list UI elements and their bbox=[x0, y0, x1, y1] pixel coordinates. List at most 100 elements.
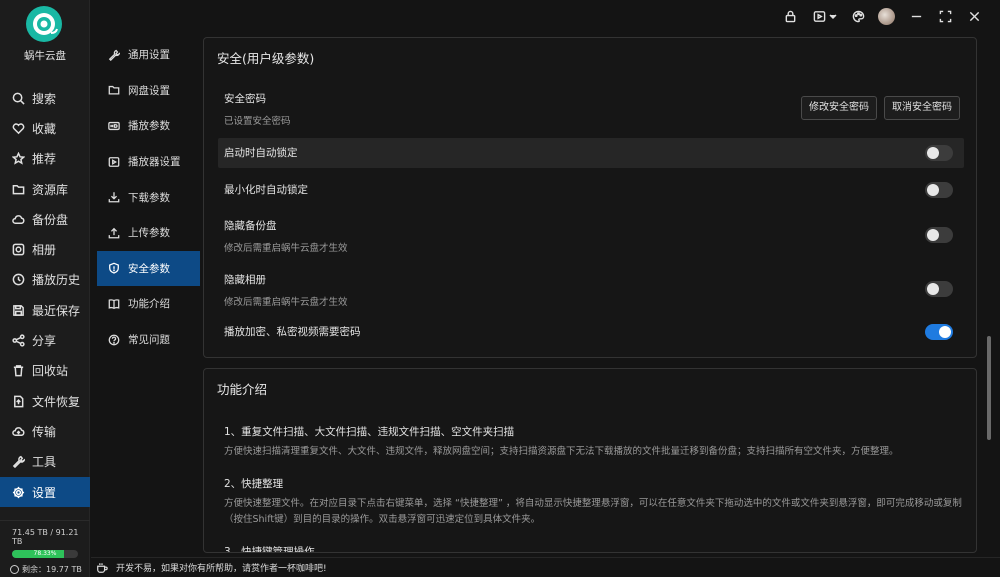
lock-on-start-toggle[interactable] bbox=[925, 145, 953, 161]
hide-backup-toggle[interactable] bbox=[925, 227, 953, 243]
toggle-knob bbox=[927, 184, 939, 196]
user-avatar[interactable] bbox=[878, 7, 895, 25]
nav-item-tools[interactable]: 工具 bbox=[0, 447, 90, 477]
subnav-label: 通用设置 bbox=[128, 49, 170, 62]
subnav-features[interactable]: 功能介绍 bbox=[97, 286, 200, 322]
cancel-password-button[interactable]: 取消安全密码 bbox=[884, 96, 960, 120]
nav-item-search[interactable]: 搜索 bbox=[0, 83, 90, 113]
subnav-playback-params[interactable]: 播放参数 bbox=[97, 108, 200, 144]
feature-item: 1、重复文件扫描、大文件扫描、违规文件扫描、空文件夹扫描 方便快速扫描清理重复文… bbox=[224, 424, 964, 460]
transfer-icon bbox=[12, 425, 25, 438]
donate-text[interactable]: 开发不易，如果对你有所帮助，请赏作者一杯咖啡吧! bbox=[116, 561, 327, 574]
content-scrollbar[interactable] bbox=[987, 336, 991, 440]
hide-album-toggle[interactable] bbox=[925, 281, 953, 297]
wrench-icon bbox=[108, 49, 120, 61]
nav-label: 回收站 bbox=[32, 364, 69, 379]
nav-item-transfer[interactable]: 传输 bbox=[0, 416, 90, 446]
play-encrypted-row: 播放加密、私密视频需要密码 bbox=[218, 324, 964, 348]
close-icon[interactable] bbox=[967, 9, 982, 24]
hide-backup-label: 隐藏备份盘 bbox=[224, 220, 277, 232]
feature-item: 2、快捷整理 方便快速整理文件。在对应目录下点击右键菜单，选择 “快捷整理” ，… bbox=[224, 476, 964, 528]
nav-item-recent-saved[interactable]: 最近保存 bbox=[0, 295, 90, 325]
cloud-icon bbox=[12, 213, 25, 226]
nav-item-history[interactable]: 播放历史 bbox=[0, 265, 90, 295]
storage-percent-text: 78.33% bbox=[33, 550, 57, 557]
subnav-faq[interactable]: 常见问题 bbox=[97, 322, 200, 358]
security-password-row: 安全密码 已设置安全密码 修改安全密码 取消安全密码 bbox=[218, 91, 964, 131]
nav-label: 搜索 bbox=[32, 91, 57, 106]
heart-icon bbox=[12, 122, 25, 135]
nav-label: 最近保存 bbox=[32, 303, 81, 318]
wrench-icon bbox=[12, 455, 25, 469]
play-encrypted-toggle[interactable] bbox=[925, 324, 953, 340]
upload-icon bbox=[108, 227, 120, 239]
toggle-knob bbox=[927, 147, 939, 159]
book-icon bbox=[108, 298, 120, 310]
subnav-download-params[interactable]: 下载参数 bbox=[97, 179, 200, 215]
hd-icon bbox=[108, 120, 120, 132]
lock-on-start-row: 启动时自动锁定 bbox=[218, 138, 964, 168]
nav-item-share[interactable]: 分享 bbox=[0, 325, 90, 355]
subnav-label: 上传参数 bbox=[128, 227, 170, 240]
subnav-cloud-drive[interactable]: 网盘设置 bbox=[97, 73, 200, 109]
lock-icon[interactable] bbox=[783, 9, 798, 24]
hide-backup-row: 隐藏备份盘 修改后需重启蜗牛云盘才生效 bbox=[218, 218, 964, 258]
nav-item-file-restore[interactable]: 文件恢复 bbox=[0, 386, 90, 416]
feature-heading: 2、快捷整理 bbox=[224, 478, 284, 490]
security-card-title: 安全(用户级参数) bbox=[217, 51, 315, 66]
fullscreen-icon[interactable] bbox=[938, 9, 953, 24]
save-icon bbox=[12, 304, 25, 317]
subnav-upload-params[interactable]: 上传参数 bbox=[97, 215, 200, 251]
lock-on-minimize-toggle[interactable] bbox=[925, 182, 953, 198]
search-icon bbox=[12, 92, 25, 105]
app-logo bbox=[26, 6, 62, 42]
download-icon bbox=[108, 191, 120, 203]
subnav-player-settings[interactable]: 播放器设置 bbox=[97, 144, 200, 180]
nav-label: 工具 bbox=[32, 455, 57, 470]
subnav-label: 网盘设置 bbox=[128, 84, 170, 97]
nav-label: 备份盘 bbox=[32, 212, 69, 227]
file-restore-icon bbox=[12, 395, 25, 408]
nav-item-backup[interactable]: 备份盘 bbox=[0, 204, 90, 234]
subnav-label: 功能介绍 bbox=[128, 298, 170, 311]
minimize-icon[interactable] bbox=[909, 9, 924, 24]
lock-on-minimize-row: 最小化时自动锁定 bbox=[218, 175, 964, 205]
gear-icon bbox=[12, 486, 25, 499]
storage-panel: 71.45 TB / 91.21 TB 78.33% 剩余：19.77 TB bbox=[0, 520, 90, 575]
play-encrypted-label: 播放加密、私密视频需要密码 bbox=[224, 326, 361, 338]
subnav-label: 播放参数 bbox=[128, 120, 170, 133]
storage-progress-bar: 78.33% bbox=[12, 550, 78, 558]
nav-item-recommend[interactable]: 推荐 bbox=[0, 144, 90, 174]
folder-icon bbox=[12, 183, 25, 196]
feature-desc: 方便快速整理文件。在对应目录下点击右键菜单，选择 “快捷整理” ，将自动显示快捷… bbox=[224, 498, 962, 525]
star-icon bbox=[12, 152, 25, 165]
nav-label: 分享 bbox=[32, 334, 57, 349]
subnav-security-params[interactable]: 安全参数 bbox=[97, 250, 200, 287]
chevron-down-icon[interactable] bbox=[829, 9, 837, 24]
toggle-knob bbox=[927, 229, 939, 241]
clock-icon bbox=[12, 273, 25, 286]
trash-icon bbox=[12, 364, 25, 377]
disk-icon bbox=[10, 565, 19, 574]
storage-free-text: 剩余：19.77 TB bbox=[22, 565, 82, 574]
nav-item-settings[interactable]: 设置 bbox=[0, 476, 90, 508]
nav-item-trash[interactable]: 回收站 bbox=[0, 356, 90, 386]
title-bar bbox=[91, 0, 1000, 32]
nav-item-album[interactable]: 相册 bbox=[0, 234, 90, 264]
features-card-title: 功能介绍 bbox=[217, 382, 268, 397]
feature-desc: 方便快速扫描清理重复文件、大文件、违规文件，释放网盘空间；支持扫描资源盘下无法下… bbox=[224, 446, 899, 457]
play-window-icon[interactable] bbox=[812, 9, 827, 24]
primary-sidebar: 蜗牛云盘 搜索 收藏 推荐 资源库 备份盘 相册 播放历史 最近保存 分享 回收… bbox=[0, 0, 90, 577]
subnav-general[interactable]: 通用设置 bbox=[97, 37, 200, 73]
nav-label: 相册 bbox=[32, 243, 57, 258]
palette-icon[interactable] bbox=[851, 9, 866, 24]
coffee-icon[interactable] bbox=[96, 562, 108, 574]
nav-item-favorites[interactable]: 收藏 bbox=[0, 113, 90, 143]
modify-password-button[interactable]: 修改安全密码 bbox=[801, 96, 877, 120]
hide-album-desc: 修改后需重启蜗牛云盘才生效 bbox=[224, 297, 348, 308]
hide-album-label: 隐藏相册 bbox=[224, 274, 266, 286]
nav-item-library[interactable]: 资源库 bbox=[0, 174, 90, 204]
features-card: 功能介绍 1、重复文件扫描、大文件扫描、违规文件扫描、空文件夹扫描 方便快速扫描… bbox=[203, 368, 977, 553]
nav-label: 文件恢复 bbox=[32, 394, 81, 409]
settings-subnav: 通用设置 网盘设置 播放参数 播放器设置 下载参数 上传参数 安全参数 功能介绍… bbox=[97, 37, 200, 357]
